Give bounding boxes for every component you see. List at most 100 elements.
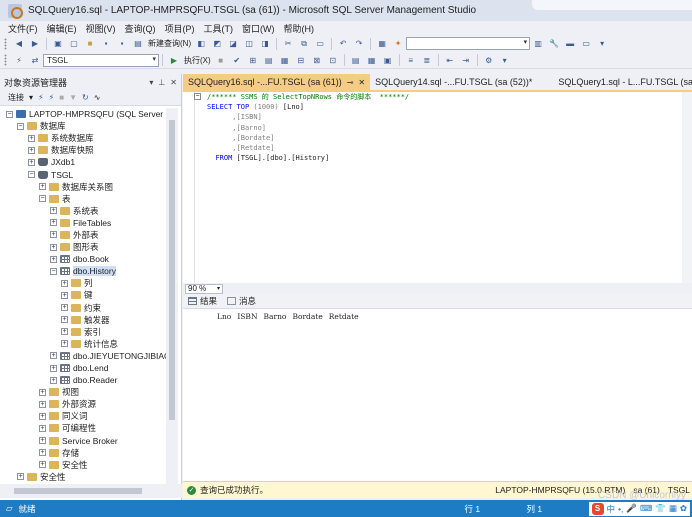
tree-node[interactable]: + 系统表 (0, 205, 166, 217)
expand-icon[interactable]: + (50, 364, 57, 372)
estimated-plan-icon[interactable]: ⊞ (247, 54, 259, 66)
open-folder-icon[interactable]: ■ (84, 38, 96, 50)
editor-vertical-scrollbar[interactable] (682, 92, 692, 283)
activity-monitor-icon[interactable]: ▦ (376, 38, 388, 50)
connect-icon[interactable]: ⚡ (13, 54, 25, 66)
tree-node[interactable]: − LAPTOP-HMPRSQFU (SQL Server (0, 108, 166, 120)
undo-icon[interactable]: ↶ (337, 38, 349, 50)
expand-icon[interactable]: + (39, 461, 46, 469)
tree-node[interactable]: + dbo.Reader (0, 374, 166, 386)
tree-node[interactable]: + 安全性 (0, 471, 166, 483)
scrollbar-thumb[interactable] (14, 488, 142, 494)
copy-icon[interactable]: ⧉ (298, 38, 310, 50)
forward-icon[interactable]: ▶ (29, 38, 41, 50)
save-icon[interactable]: ▪ (100, 38, 112, 50)
tree-node[interactable]: + 键 (0, 289, 166, 301)
change-connection-icon[interactable]: ⇄ (29, 54, 41, 66)
microphone-icon[interactable]: 🎤 (626, 503, 637, 514)
skin-icon[interactable]: 👕 (655, 503, 666, 514)
connect-icon[interactable]: ⚡ (38, 93, 44, 102)
expand-icon[interactable]: + (50, 231, 57, 239)
expand-icon[interactable]: + (39, 437, 46, 445)
sql-editor[interactable]: − /****** SSMS 的 SelectTopNRows 命令的脚本 **… (183, 90, 692, 283)
expand-icon[interactable]: + (39, 388, 46, 396)
new-project-icon[interactable]: ▣ (52, 38, 64, 50)
collapse-icon[interactable]: − (39, 195, 46, 203)
tree-node[interactable]: + Service Broker (0, 435, 166, 447)
tree-node[interactable]: − 数据库 (0, 120, 166, 132)
cut-icon[interactable]: ✂ (282, 38, 294, 50)
collapse-icon[interactable]: − (17, 122, 24, 130)
tab-sqlquery1[interactable]: SQLQuery1.sql - L...FU.TSGL (sa (51)) (553, 74, 692, 90)
keyboard-icon[interactable]: ⌨ (640, 503, 652, 514)
properties-icon[interactable]: 🔧 (548, 38, 560, 50)
results-to-file-icon[interactable]: ▣ (382, 54, 394, 66)
tree-node[interactable]: + 视图 (0, 386, 166, 398)
chevron-down-icon[interactable]: ▾ (29, 93, 33, 102)
execute-icon[interactable]: ▶ (168, 54, 180, 66)
expand-icon[interactable]: + (61, 304, 68, 312)
collapse-icon[interactable]: − (6, 110, 13, 118)
scrollbar-thumb[interactable] (169, 120, 175, 420)
expand-icon[interactable]: + (50, 207, 57, 215)
tree-node[interactable]: + FileTables (0, 217, 166, 229)
tree-node[interactable]: + 同义词 (0, 410, 166, 422)
database-combo[interactable]: TSGL ▾ (43, 53, 159, 67)
live-stats-icon[interactable]: ⊠ (311, 54, 323, 66)
tree-node[interactable]: + 存储 (0, 447, 166, 459)
tree-node[interactable]: + dbo.JIEYUETONGJIBIAO (0, 350, 166, 362)
comment-icon[interactable]: ≡ (405, 54, 417, 66)
expand-icon[interactable]: + (39, 400, 46, 408)
expand-icon[interactable]: + (50, 219, 57, 227)
column-header[interactable]: Bordate (289, 311, 325, 322)
new-query-icon[interactable]: ▤ (132, 38, 144, 50)
toolbar-grip[interactable] (4, 37, 7, 50)
outdent-icon[interactable]: ⇤ (444, 54, 456, 66)
toolbox-icon[interactable]: ▬ (564, 38, 576, 50)
zoom-combo[interactable]: 90 % ▾ (185, 283, 223, 294)
collapse-icon[interactable]: − (194, 93, 201, 100)
new-file-icon[interactable]: ▢ (68, 38, 80, 50)
stop-icon[interactable]: ■ (59, 93, 64, 102)
menu-window[interactable]: 窗口(W) (238, 22, 280, 35)
uncomment-icon[interactable]: ≣ (421, 54, 433, 66)
expand-icon[interactable]: + (61, 328, 68, 336)
results-grid[interactable]: Lno ISBN Barno Bordate Retdate (183, 309, 692, 481)
menu-view[interactable]: 视图(V) (82, 22, 121, 35)
column-header[interactable]: Barno (261, 311, 290, 322)
results-to-text-icon[interactable]: ▤ (350, 54, 362, 66)
tree-node[interactable]: − TSGL (0, 168, 166, 180)
xmla-query-icon[interactable]: ◫ (243, 38, 255, 50)
filter-icon[interactable]: ▼ (69, 93, 77, 102)
expand-icon[interactable]: + (39, 424, 46, 432)
menu-project[interactable]: 项目(P) (161, 22, 200, 35)
tree-vertical-scrollbar[interactable] (166, 108, 178, 484)
expand-icon[interactable]: + (61, 291, 68, 299)
intellisense-icon[interactable]: ▦ (279, 54, 291, 66)
collapse-icon[interactable]: − (28, 171, 35, 179)
tree-node[interactable]: + dbo.Book (0, 253, 166, 265)
mdx-query-icon[interactable]: ◩ (211, 38, 223, 50)
tree-node[interactable]: + JXdb1 (0, 156, 166, 168)
menu-file[interactable]: 文件(F) (4, 22, 43, 35)
tree-node[interactable]: + 系统数据库 (0, 132, 166, 144)
tree-node[interactable]: + 索引 (0, 326, 166, 338)
search-combo[interactable]: ▾ (406, 37, 531, 50)
toolbar-options-icon[interactable]: ▾ (596, 38, 608, 50)
tree-node[interactable]: + 外部表 (0, 229, 166, 241)
title-search-box[interactable] (532, 0, 692, 10)
activity-monitor-icon[interactable]: ∿ (94, 93, 101, 102)
window-layout-icon[interactable]: ▭ (580, 38, 592, 50)
cancel-query-icon[interactable]: ■ (215, 54, 227, 66)
include-plan-icon[interactable]: ⊟ (295, 54, 307, 66)
column-header[interactable]: ISBN (234, 311, 260, 322)
connect-button[interactable]: 连接 (8, 92, 24, 103)
tree-node[interactable]: + 触发器 (0, 314, 166, 326)
ime-mode[interactable]: 中 (607, 503, 616, 515)
expand-icon[interactable]: + (17, 473, 24, 481)
menu-edit[interactable]: 编辑(E) (43, 22, 82, 35)
expand-icon[interactable]: + (50, 255, 57, 263)
expand-icon[interactable]: + (61, 279, 68, 287)
save-all-icon[interactable]: ▪ (116, 38, 128, 50)
dax-query-icon[interactable]: ◨ (259, 38, 271, 50)
